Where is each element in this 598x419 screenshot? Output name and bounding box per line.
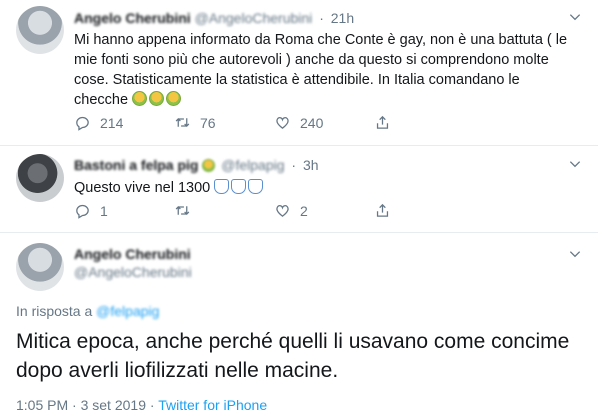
sick-face-icon <box>166 91 182 106</box>
author-name[interactable]: Bastoni a felpa pig <box>74 157 198 173</box>
share-button[interactable] <box>374 114 400 131</box>
separator-dot: · <box>291 157 297 173</box>
retweet-count: 76 <box>200 114 216 131</box>
retweet-icon <box>175 206 190 215</box>
facepalm-icon <box>231 179 247 194</box>
like-icon <box>276 117 289 129</box>
reply-handle-link[interactable]: @felpapig <box>96 303 159 319</box>
tweet-meta: 1:05 PM · 3 set 2019 · Twitter for iPhon… <box>16 397 267 413</box>
author-block: Angelo Cherubini @AngeloCherubini <box>74 245 192 281</box>
tweet-2[interactable]: Bastoni a felpa pig @felpapig · 3h Quest… <box>0 146 598 233</box>
facepalm-icon <box>248 179 264 194</box>
author-name[interactable]: Angelo Cherubini <box>74 10 191 26</box>
main-tweet-text: Mitica epoca, anche perché quelli li usa… <box>16 330 570 382</box>
author-handle[interactable]: @AngeloCherubini <box>74 263 192 281</box>
reply-prefix: In risposta a <box>16 303 93 319</box>
reply-button[interactable]: 214 <box>74 114 123 131</box>
chevron-down-icon[interactable] <box>568 157 582 171</box>
tweet-text: Mi hanno appena informato da Roma che Co… <box>74 30 574 110</box>
separator-dot: · <box>319 10 324 26</box>
tweet-header: Angelo Cherubini @AngeloCherubini · 21h <box>74 10 354 26</box>
like-button[interactable]: 240 <box>274 114 323 131</box>
retweet-button[interactable]: 76 <box>174 114 216 131</box>
facepalm-icon <box>214 179 230 194</box>
main-tweet: Angelo Cherubini @AngeloCherubini In ris… <box>0 233 598 419</box>
chevron-down-icon[interactable] <box>568 247 582 261</box>
reply-icon <box>76 116 89 131</box>
reply-count: 214 <box>100 114 124 131</box>
sick-face-icon <box>149 91 165 106</box>
share-button[interactable] <box>374 202 400 219</box>
share-icon <box>376 115 389 129</box>
like-button[interactable]: 2 <box>274 202 308 219</box>
tweet-header: Bastoni a felpa pig @felpapig · 3h <box>74 157 319 173</box>
share-icon <box>376 203 389 217</box>
author-handle[interactable]: @felpapig <box>221 157 284 173</box>
tweet-actions: 1 2 <box>74 202 474 222</box>
tweet-text-content: Mi hanno appena informato da Roma che Co… <box>74 32 568 108</box>
tweet-timestamp[interactable]: 1:05 PM <box>16 397 68 413</box>
tweet-time[interactable]: 21h <box>331 10 354 26</box>
avatar[interactable] <box>16 6 64 54</box>
tweet-actions: 214 76 240 <box>74 114 474 134</box>
sick-face-icon <box>132 91 148 106</box>
like-count: 240 <box>300 114 324 131</box>
tweet-time[interactable]: 3h <box>303 157 319 173</box>
avatar[interactable] <box>16 243 64 291</box>
author-handle[interactable]: @AngeloCherubini <box>195 10 313 26</box>
reply-count: 1 <box>100 202 108 219</box>
tweet-date[interactable]: 3 set 2019 <box>81 397 146 413</box>
chevron-down-icon[interactable] <box>568 10 582 24</box>
author-name[interactable]: Angelo Cherubini <box>74 245 192 263</box>
retweet-button[interactable] <box>174 202 200 219</box>
reply-icon <box>76 204 89 219</box>
separator-dot: · <box>72 397 81 413</box>
reply-context: In risposta a @felpapig <box>16 303 159 319</box>
reply-button[interactable]: 1 <box>74 202 108 219</box>
tweet-source[interactable]: Twitter for iPhone <box>158 397 267 413</box>
retweet-icon <box>175 118 190 127</box>
tweet-text-content: Questo vive nel 1300 <box>74 180 211 196</box>
badge-emoji-icon <box>202 159 216 172</box>
separator-dot: · <box>149 397 159 413</box>
like-icon <box>276 205 289 217</box>
avatar[interactable] <box>16 154 64 202</box>
like-count: 2 <box>300 202 308 219</box>
tweet-1[interactable]: Angelo Cherubini @AngeloCherubini · 21h … <box>0 0 598 146</box>
tweet-text: Questo vive nel 1300 <box>74 178 574 198</box>
